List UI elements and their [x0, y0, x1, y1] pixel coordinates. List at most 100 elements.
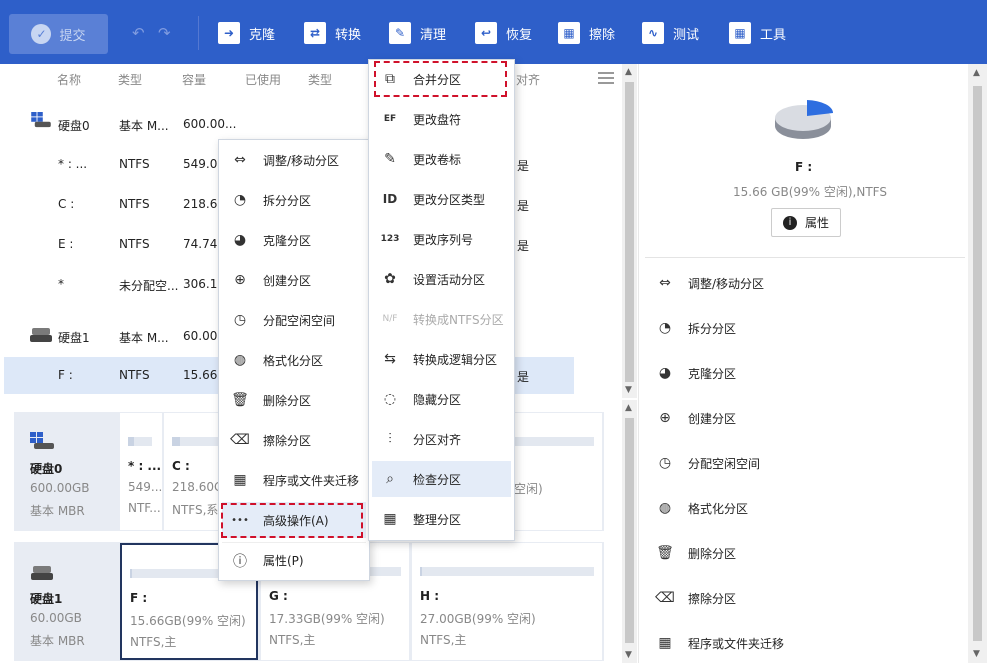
disk-icon [30, 432, 54, 449]
tools-icon: ▦ [729, 22, 751, 44]
properties-button[interactable]: i 属性 [771, 208, 841, 237]
partition-block[interactable]: * : ... 549... NTF... [120, 413, 162, 530]
toolbar: ✓ 提交 ↶ ↷ ➜ 克隆 ⇄ 转换 ✎ 清理 ↩ 恢复 ▦ 擦除 ∿ 测试 ▦ 工具 [0, 0, 987, 64]
op-resize[interactable]: ⇔ 调整/移动分区 [655, 271, 764, 295]
disk-icon [31, 566, 53, 580]
cleanup-button[interactable]: ✎ 清理 [389, 18, 446, 48]
submenu-item-logical[interactable]: ⇆ 转换成逻辑分区 [372, 341, 511, 377]
submenu-item-type[interactable]: ID 更改分区类型 [372, 181, 511, 217]
recover-button[interactable]: ↩ 恢复 [475, 18, 532, 48]
submenu-item-label[interactable]: ✎ 更改卷标 [372, 141, 511, 177]
format-icon: ◍ [233, 352, 247, 368]
recover-icon: ↩ [475, 22, 497, 44]
op-format[interactable]: ◍ 格式化分区 [655, 496, 748, 520]
col-name[interactable]: 名称 [57, 71, 81, 88]
submenu-item-ntfs: N/F 转换成NTFS分区 [372, 301, 511, 337]
highlight-merge [374, 61, 507, 97]
menu-item-format[interactable]: ◍ 格式化分区 [222, 342, 366, 378]
check-icon: ✓ [31, 24, 52, 44]
menu-item-wipe[interactable]: ⌫ 擦除分区 [222, 422, 366, 458]
resize-icon: ⇔ [659, 275, 671, 291]
menu-item-properties[interactable]: ⓘ 属性(P) [222, 542, 366, 578]
op-delete[interactable]: 🗑 删除分区 [655, 541, 736, 565]
highlight-advanced [221, 503, 363, 538]
drive-letter-icon: EF [383, 114, 397, 124]
wipe-icon: ▦ [558, 22, 580, 44]
divider [645, 257, 965, 258]
logical-icon: ⇆ [384, 351, 396, 367]
menu-item-resize[interactable]: ⇔ 调整/移动分区 [222, 142, 366, 178]
disk1-summary: 硬盘1 60.00GB 基本 MBR [14, 542, 118, 661]
delete-icon: 🗑 [231, 392, 249, 408]
details-panel: F : 15.66 GB(99% 空闲),NTFS i 属性 ⇔ 调整/移动分区 ◔… [638, 64, 968, 663]
serial-icon: 123 [380, 234, 400, 244]
menu-item-split[interactable]: ◔ 拆分分区 [222, 182, 366, 218]
pie-chart-icon [775, 100, 834, 139]
op-clone[interactable]: ◕ 克隆分区 [655, 361, 736, 385]
migrate-icon: ▦ [233, 472, 247, 488]
delete-icon: 🗑 [656, 545, 674, 561]
allocate-icon: ◷ [233, 312, 247, 328]
defrag-icon: ▦ [383, 511, 397, 527]
column-menu-icon[interactable] [598, 72, 614, 84]
partition-block[interactable]: 空闲) [514, 413, 602, 530]
create-partition-icon: ⊕ [659, 410, 671, 426]
convert-button[interactable]: ⇄ 转换 [304, 18, 361, 48]
partition-block[interactable]: C :218.60G NTFS,系统 [164, 413, 230, 530]
pencil-icon: ✎ [384, 151, 396, 167]
active-icon: ✿ [384, 271, 396, 287]
menu-item-clone[interactable]: ◕ 克隆分区 [222, 222, 366, 258]
tools-button[interactable]: ▦ 工具 [729, 18, 786, 48]
clone-partition-icon: ◕ [233, 232, 247, 248]
submenu-item-hide[interactable]: ◌ 隐藏分区 [372, 381, 511, 417]
cleanup-icon: ✎ [389, 22, 411, 44]
redo-icon[interactable]: ↷ [158, 24, 171, 42]
op-allocate[interactable]: ◷ 分配空闲空间 [655, 451, 760, 475]
resize-icon: ⇔ [234, 152, 246, 168]
clone-icon: ➜ [218, 22, 240, 44]
menu-item-allocate[interactable]: ◷ 分配空闲空间 [222, 302, 366, 338]
table-row[interactable]: 硬盘0 基本 M... 600.00... [0, 106, 622, 142]
wipe-partition-icon: ⌫ [230, 432, 250, 448]
toolbar-divider [198, 16, 199, 50]
hide-icon: ◌ [383, 391, 397, 407]
disk0-summary: 硬盘0 600.00GB 基本 MBR [14, 412, 118, 531]
submenu-item-align[interactable]: ⫶ 分区对齐 [372, 421, 511, 457]
format-icon: ◍ [658, 500, 672, 516]
align-icon: ⫶ [388, 431, 392, 447]
partition-block[interactable]: H :27.00GB(99% 空闲) NTFS,主 [412, 543, 602, 660]
id-icon: ID [382, 192, 398, 206]
ntfs-icon: N/F [382, 314, 398, 324]
submenu-item-defrag[interactable]: ▦ 整理分区 [372, 501, 511, 537]
op-migrate[interactable]: ▦ 程序或文件夹迁移 [655, 631, 784, 655]
panel-scrollbar[interactable]: ▲ ▼ [968, 64, 987, 663]
col-capacity[interactable]: 容量 [182, 71, 206, 88]
menu-item-create[interactable]: ⊕ 创建分区 [222, 262, 366, 298]
undo-icon[interactable]: ↶ [132, 24, 145, 42]
wipe-button[interactable]: ▦ 擦除 [558, 18, 615, 48]
submit-button[interactable]: ✓ 提交 [9, 14, 108, 54]
submenu-item-drive-letter[interactable]: EF 更改盘符 [372, 101, 511, 137]
test-button[interactable]: ∿ 测试 [642, 18, 699, 48]
submenu-item-check[interactable]: ⌕ 检查分区 [372, 461, 511, 497]
menu-item-delete[interactable]: 🗑 删除分区 [222, 382, 366, 418]
op-split[interactable]: ◔ 拆分分区 [655, 316, 736, 340]
clone-button[interactable]: ➜ 克隆 [218, 18, 275, 48]
split-icon: ◔ [233, 192, 247, 208]
test-icon: ∿ [642, 22, 664, 44]
op-create[interactable]: ⊕ 创建分区 [655, 406, 736, 430]
menu-item-migrate[interactable]: ▦ 程序或文件夹迁移 [222, 462, 366, 498]
list-scrollbar[interactable]: ▲ ▼ [622, 64, 637, 398]
map-scrollbar[interactable]: ▲ ▼ [622, 400, 637, 663]
submenu-item-active[interactable]: ✿ 设置活动分区 [372, 261, 511, 297]
col-type[interactable]: 类型 [118, 71, 142, 88]
allocate-icon: ◷ [658, 455, 672, 471]
col-used[interactable]: 已使用 [245, 71, 281, 88]
table-header: 名称 类型 容量 已使用 类型 对齐 [0, 64, 622, 92]
submenu-item-serial[interactable]: 123 更改序列号 [372, 221, 511, 257]
drive-info: 15.66 GB(99% 空闲),NTFS [733, 185, 887, 199]
drive-label: F : [795, 160, 813, 174]
col-align[interactable]: 对齐 [516, 71, 540, 88]
col-fs-type[interactable]: 类型 [308, 71, 332, 88]
op-wipe[interactable]: ⌫ 擦除分区 [655, 586, 736, 610]
